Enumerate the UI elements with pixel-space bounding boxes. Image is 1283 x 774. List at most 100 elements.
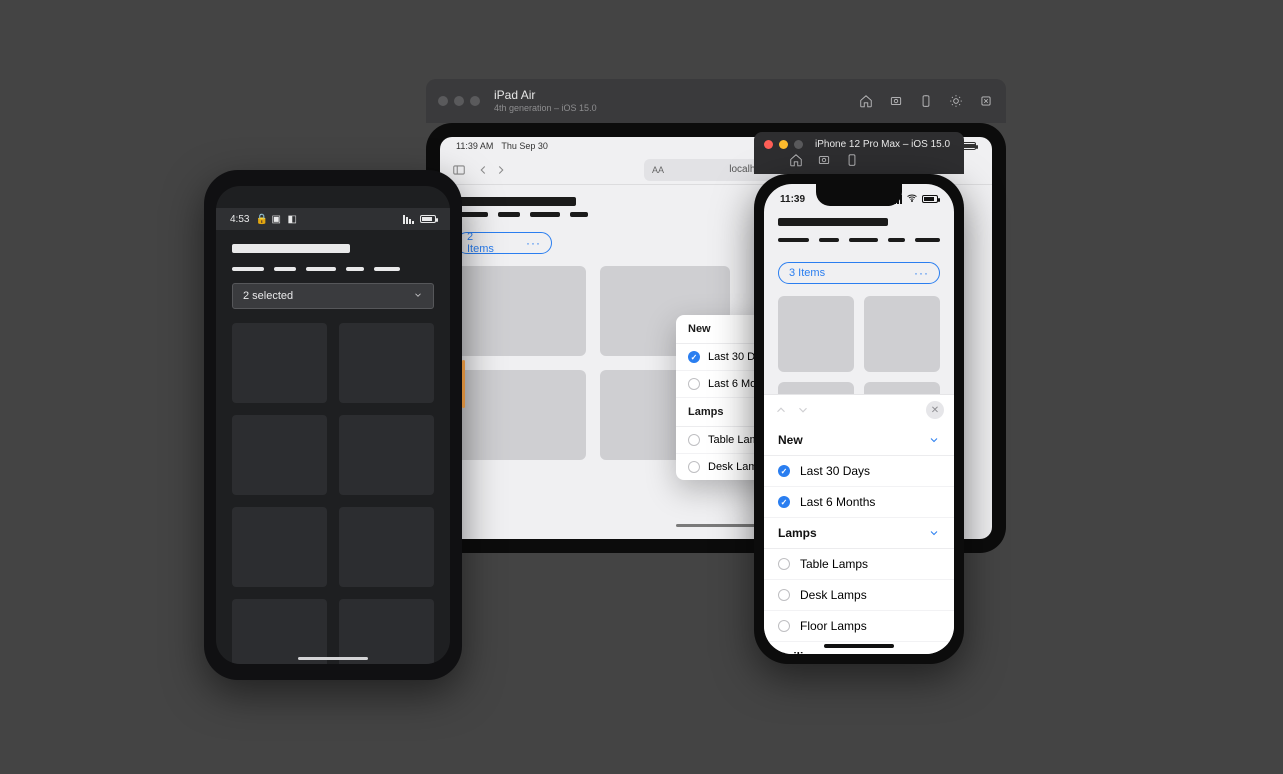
appearance-icon[interactable] bbox=[948, 93, 964, 109]
ipad-sim-titlebar: iPad Air 4th generation – iOS 15.0 bbox=[426, 79, 1006, 123]
signal-icon bbox=[403, 215, 414, 224]
sheet-section-title: Ceiling bbox=[778, 650, 818, 654]
popover-section-title: Lamps bbox=[688, 406, 723, 418]
android-status-bar: 4:53 🔒 ▣ ◧ bbox=[216, 208, 450, 230]
rotate-icon[interactable] bbox=[918, 93, 934, 109]
product-cell[interactable] bbox=[864, 296, 940, 372]
sheet-option-label: Desk Lamps bbox=[800, 588, 867, 602]
filter-pill[interactable]: 3 Items ··· bbox=[778, 262, 940, 284]
filter-select-label: 2 selected bbox=[243, 290, 293, 302]
product-cell[interactable] bbox=[339, 415, 434, 495]
product-cell[interactable] bbox=[232, 323, 327, 403]
product-cell[interactable] bbox=[456, 370, 586, 460]
product-cell[interactable] bbox=[339, 599, 434, 664]
ipad-status-time: 11:39 AM bbox=[456, 141, 493, 151]
sheet-section-lamps[interactable]: Lamps bbox=[764, 518, 954, 549]
aa-icon[interactable]: AA bbox=[652, 165, 664, 175]
android-device: 4:53 🔒 ▣ ◧ 2 selected bbox=[204, 170, 462, 680]
filter-pill-label: 2 Items bbox=[467, 231, 496, 255]
radio-icon bbox=[778, 558, 790, 570]
iphone-sim-title: iPhone 12 Pro Max – iOS 15.0 bbox=[815, 139, 950, 150]
radio-icon bbox=[688, 461, 700, 473]
home-indicator bbox=[676, 524, 756, 527]
sheet-option-label: Table Lamps bbox=[800, 557, 868, 571]
filter-select[interactable]: 2 selected bbox=[232, 283, 434, 309]
wifi-icon bbox=[906, 192, 918, 207]
battery-icon bbox=[922, 195, 938, 203]
iphone-screen: 11:39 3 Items ··· bbox=[764, 184, 954, 654]
screenshot-icon[interactable] bbox=[888, 93, 904, 109]
product-cell[interactable] bbox=[232, 599, 327, 664]
radio-checked-icon bbox=[778, 465, 790, 477]
chevron-up-icon[interactable] bbox=[774, 403, 788, 417]
chevron-down-icon[interactable] bbox=[796, 403, 810, 417]
product-cell[interactable] bbox=[778, 296, 854, 372]
sheet-option[interactable]: Table Lamps bbox=[764, 549, 954, 580]
sidebar-icon[interactable] bbox=[452, 163, 466, 177]
sheet-option[interactable]: Last 6 Months bbox=[764, 487, 954, 518]
radio-icon bbox=[688, 378, 700, 390]
min-dot[interactable] bbox=[779, 140, 788, 149]
radio-checked-icon bbox=[778, 496, 790, 508]
iphone-status-time: 11:39 bbox=[780, 194, 805, 205]
filter-pill[interactable]: 2 Items ··· bbox=[456, 232, 552, 254]
product-grid bbox=[232, 323, 434, 664]
sheet-section-title: Lamps bbox=[778, 526, 817, 540]
rotate-icon[interactable] bbox=[844, 152, 860, 168]
filter-pill-more: ··· bbox=[526, 236, 541, 250]
radio-checked-icon bbox=[688, 351, 700, 363]
notif-icon: ◧ bbox=[287, 214, 297, 224]
notif-icon: 🔒 bbox=[255, 214, 265, 224]
sheet-option[interactable]: Desk Lamps bbox=[764, 580, 954, 611]
iphone-sim-titlebar: iPhone 12 Pro Max – iOS 15.0 bbox=[754, 132, 964, 174]
product-cell[interactable] bbox=[232, 415, 327, 495]
notch bbox=[816, 184, 902, 206]
sheet-option-label: Last 6 Months bbox=[800, 495, 875, 509]
product-cell[interactable] bbox=[456, 266, 586, 356]
filter-sheet: ✕ New Last 30 Days Last 6 Months Lamps bbox=[764, 394, 954, 654]
sheet-option-label: Last 30 Days bbox=[800, 464, 870, 478]
sheet-option-label: Floor Lamps bbox=[800, 619, 867, 633]
iphone-device: 11:39 3 Items ··· bbox=[754, 174, 964, 664]
chevron-down-icon bbox=[928, 527, 940, 539]
ipad-status-date: Thu Sep 30 bbox=[501, 141, 548, 151]
home-icon[interactable] bbox=[858, 93, 874, 109]
product-cell[interactable] bbox=[339, 323, 434, 403]
chevron-right-icon bbox=[928, 651, 940, 654]
power-button bbox=[462, 360, 465, 408]
filter-pill-more: ··· bbox=[914, 266, 929, 280]
sheet-option[interactable]: Floor Lamps bbox=[764, 611, 954, 642]
home-icon[interactable] bbox=[788, 152, 804, 168]
product-cell[interactable] bbox=[339, 507, 434, 587]
ipad-sim-subtitle: 4th generation – iOS 15.0 bbox=[494, 103, 597, 113]
filter-pill-label: 3 Items bbox=[789, 267, 825, 279]
page-title-placeholder bbox=[778, 218, 940, 242]
chevron-down-icon bbox=[928, 434, 940, 446]
close-dot[interactable] bbox=[764, 140, 773, 149]
radio-icon bbox=[688, 434, 700, 446]
android-status-time: 4:53 bbox=[230, 214, 249, 225]
home-indicator bbox=[298, 657, 368, 660]
radio-icon bbox=[778, 620, 790, 632]
page-title-placeholder bbox=[232, 244, 434, 271]
sheet-section-title: New bbox=[778, 433, 803, 447]
sheet-pager bbox=[774, 403, 810, 417]
settings-icon[interactable] bbox=[978, 93, 994, 109]
battery-icon bbox=[420, 215, 436, 223]
popover-section-title: New bbox=[688, 323, 711, 335]
sheet-option[interactable]: Last 30 Days bbox=[764, 456, 954, 487]
max-dot[interactable] bbox=[794, 140, 803, 149]
android-screen: 4:53 🔒 ▣ ◧ 2 selected bbox=[216, 186, 450, 664]
traffic-lights[interactable] bbox=[438, 96, 480, 106]
radio-icon bbox=[778, 589, 790, 601]
forward-icon[interactable] bbox=[494, 163, 508, 177]
ipad-sim-title: iPad Air bbox=[494, 89, 597, 103]
sheet-section-new[interactable]: New bbox=[764, 425, 954, 456]
back-icon[interactable] bbox=[476, 163, 490, 177]
product-cell[interactable] bbox=[232, 507, 327, 587]
notif-icon: ▣ bbox=[271, 214, 281, 224]
caret-down-icon bbox=[413, 290, 423, 303]
home-indicator bbox=[824, 644, 894, 648]
screenshot-icon[interactable] bbox=[816, 152, 832, 168]
close-icon[interactable]: ✕ bbox=[926, 401, 944, 419]
